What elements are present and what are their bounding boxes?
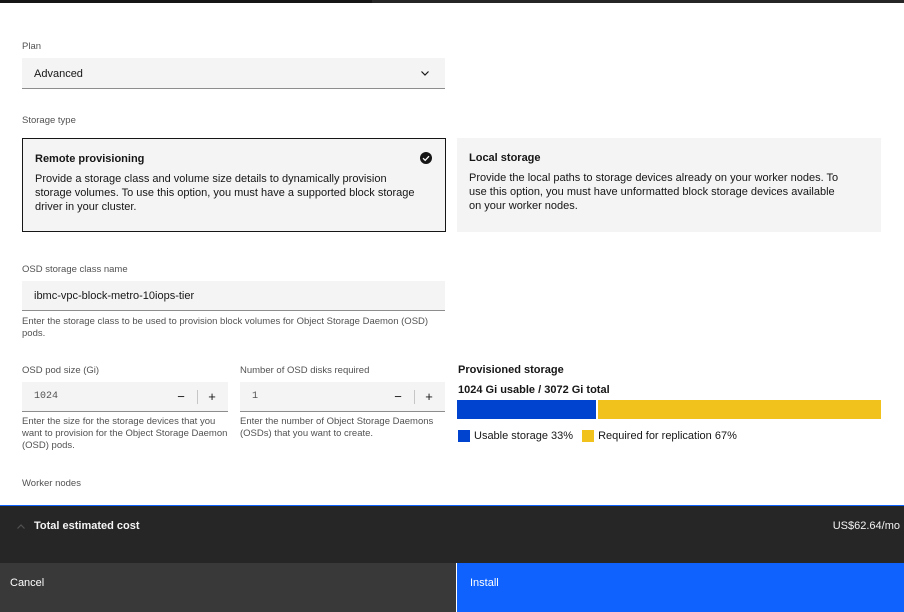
estimated-cost-value: US$62.64/mo: [832, 520, 900, 532]
legend-replication: Required for replication 67%: [582, 430, 737, 442]
disks-helper: Enter the number of Object Storage Daemo…: [240, 416, 434, 439]
legend-usable-label: Usable storage 33%: [474, 430, 574, 442]
disks-decrement-button[interactable]: −: [388, 387, 408, 407]
pod-size-divider: [197, 390, 198, 404]
disks-label: Number of OSD disks required: [240, 365, 370, 376]
estimated-cost-label: Total estimated cost: [34, 520, 140, 532]
osd-class-helper: Enter the storage class to be used to pr…: [22, 316, 429, 339]
chevron-down-icon: [421, 71, 429, 76]
disks-divider: [414, 390, 415, 404]
plan-label: Plan: [22, 41, 42, 52]
cancel-button[interactable]: Cancel: [0, 563, 456, 612]
plan-select[interactable]: Advanced: [22, 58, 445, 89]
pod-size-helper: Enter the size for the storage devices t…: [22, 416, 228, 451]
usable-storage-fill: [457, 400, 596, 419]
cancel-button-label: Cancel: [10, 577, 45, 589]
plan-select-value: Advanced: [34, 68, 83, 80]
local-storage-description: Provide the local paths to storage devic…: [469, 172, 839, 212]
pod-size-label: OSD pod size (Gi): [22, 365, 100, 376]
disks-increment-button[interactable]: +: [419, 387, 439, 407]
storage-type-label: Storage type: [22, 115, 76, 126]
pod-size-input[interactable]: 1024 − +: [22, 382, 228, 412]
remote-provisioning-title: Remote provisioning: [35, 153, 145, 165]
remote-provisioning-description: Provide a storage class and volume size …: [35, 173, 415, 213]
storage-legend: Usable storage 33% Required for replicat…: [458, 430, 746, 442]
pod-size-increment-button[interactable]: +: [202, 387, 222, 407]
estimated-cost-bar[interactable]: Total estimated cost US$62.64/mo: [0, 505, 904, 563]
provisioned-storage-summary: 1024 Gi usable / 3072 Gi total: [458, 384, 610, 396]
pod-size-decrement-button[interactable]: −: [171, 387, 191, 407]
legend-replication-swatch: [582, 430, 595, 442]
pod-size-value: 1024: [34, 391, 59, 402]
legend-usable-swatch: [458, 430, 470, 442]
disks-value: 1: [252, 391, 259, 402]
remote-provisioning-tile[interactable]: Remote provisioning Provide a storage cl…: [22, 138, 446, 232]
replication-storage-fill: [598, 400, 881, 419]
osd-class-label: OSD storage class name: [22, 264, 128, 275]
provisioned-storage-title: Provisioned storage: [458, 364, 564, 376]
osd-class-input[interactable]: ibmc-vpc-block-metro-10iops-tier: [22, 281, 445, 311]
storage-bar: [457, 400, 881, 419]
osd-class-value: ibmc-vpc-block-metro-10iops-tier: [34, 290, 195, 302]
top-bar-segment: [372, 0, 904, 3]
legend-replication-label: Required for replication 67%: [598, 430, 737, 442]
local-storage-title: Local storage: [469, 152, 541, 164]
install-button-label: Install: [470, 577, 499, 589]
local-storage-tile[interactable]: Local storage Provide the local paths to…: [457, 138, 881, 232]
chevron-up-icon[interactable]: [16, 522, 26, 532]
legend-usable: Usable storage 33%: [458, 430, 573, 442]
checkmark-filled-icon: [420, 152, 432, 164]
top-bar: [0, 0, 904, 3]
disks-input[interactable]: 1 − +: [240, 382, 445, 412]
install-button[interactable]: Install: [457, 563, 904, 612]
worker-nodes-label: Worker nodes: [22, 478, 81, 489]
